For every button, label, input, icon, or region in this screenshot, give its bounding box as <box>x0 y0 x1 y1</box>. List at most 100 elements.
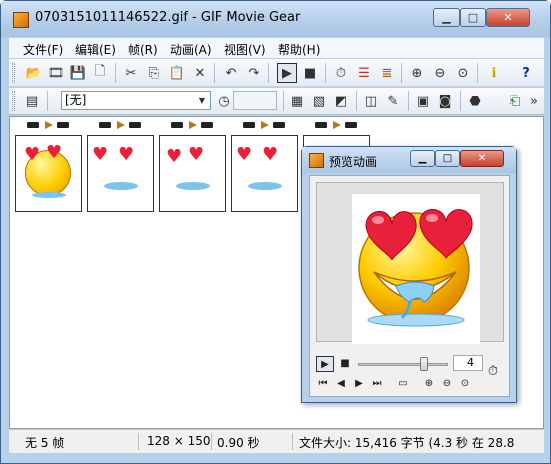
palette-icon[interactable]: ☰ <box>355 64 373 82</box>
new-icon[interactable]: 🗋 <box>91 64 109 82</box>
frame-arrow-icon <box>189 121 197 129</box>
film-perforation <box>315 122 327 128</box>
app-icon[interactable] <box>309 153 324 168</box>
preview-title-bar[interactable]: 预览动画 ▁ □ ✕ <box>302 147 516 173</box>
cut-icon[interactable]: ✂ <box>122 64 140 82</box>
rotate-icon[interactable]: ◩ <box>332 92 350 110</box>
optimize-icon[interactable]: ≣ <box>378 64 396 82</box>
status-bar: 无 5 帧 128 × 150 0.90 秒 文件大小: 15,416 字节 (… <box>9 429 544 453</box>
title-bar[interactable]: 0703151011146522.gif - GIF Movie Gear ▁ … <box>1 1 550 37</box>
minimize-button[interactable]: ▁ <box>433 8 460 27</box>
frame-2[interactable]: ♥ ♥ <box>87 135 154 212</box>
heart-icon: ♥ <box>262 144 279 165</box>
toolbar-separator <box>401 63 402 83</box>
maximize-button[interactable]: □ <box>460 8 486 27</box>
crop-icon[interactable]: ▧ <box>310 92 328 110</box>
open-icon[interactable]: 📂 <box>25 64 43 82</box>
toolbar-separator <box>477 63 478 83</box>
preview-play-button[interactable]: ▶ <box>316 356 334 372</box>
zoom-fit-icon[interactable]: ⊙ <box>456 376 474 392</box>
export-icon[interactable]: ⎗ <box>506 92 524 110</box>
zoom-in-icon[interactable]: ⊕ <box>408 64 426 82</box>
disposal-combo-value: [无] <box>65 93 87 107</box>
toolbar-separator <box>408 91 409 111</box>
filmstrip-icon[interactable]: 🎞 <box>47 64 65 82</box>
minimize-button[interactable]: ▁ <box>410 150 435 167</box>
menu-file[interactable]: 文件(F) <box>23 41 63 58</box>
next-frame-icon[interactable]: ▶ <box>350 376 368 392</box>
main-toolbar: 📂 🎞 💾 🗋 ✂ ⎘ 📋 ✕ ↶ ↷ ▶ ■ ⏱ ☰ ≣ ⊕ ⊖ ⊙ ℹ ? <box>9 59 544 87</box>
preview-body: ▶ ■ 4 ⏱ ⏮ ◀ ▶ ⏭ ▭ ⊕ ⊖ ⊙ <box>309 175 510 397</box>
delay-input[interactable] <box>233 91 277 110</box>
emoji-image <box>358 209 473 327</box>
disposal-icon[interactable]: ▦ <box>288 92 306 110</box>
frame-4[interactable]: ♥ ♥ <box>231 135 298 212</box>
drool-icon <box>104 182 138 190</box>
slider-track <box>358 363 448 366</box>
window-title: 0703151011146522.gif - GIF Movie Gear <box>35 10 301 25</box>
menu-frame[interactable]: 帧(R) <box>128 41 158 58</box>
play-button[interactable]: ▶ <box>277 63 297 83</box>
frame-toolbar: ▤ [无] ▼ ◷ ▦ ▧ ◩ ◫ ✎ ▣ ◙ ⬣ ⎗ » <box>9 88 544 115</box>
save-icon[interactable]: 💾 <box>69 64 87 82</box>
toolbar-grip[interactable] <box>12 63 15 83</box>
redo-icon[interactable]: ↷ <box>245 64 263 82</box>
app-icon[interactable] <box>13 12 29 28</box>
insert-icon[interactable]: ◫ <box>362 92 380 110</box>
heart-icon: ♥ <box>166 146 183 167</box>
zoom-out-icon[interactable]: ⊖ <box>438 376 456 392</box>
frame-3[interactable]: ♥ ♥ <box>159 135 226 212</box>
stop-icon[interactable]: ■ <box>336 356 354 372</box>
frame-slider[interactable] <box>358 357 448 371</box>
status-filesize: 文件大小: 15,416 字节 (4.3 秒 在 28.8 <box>299 436 515 450</box>
frame-1[interactable]: ♥ ♥ <box>15 135 82 212</box>
help-icon[interactable]: ? <box>517 64 535 82</box>
timer-icon[interactable]: ⏱ <box>332 64 350 82</box>
more-icon[interactable]: » <box>525 92 543 110</box>
frame-search-icon[interactable]: ◙ <box>436 92 454 110</box>
toolbar-grip[interactable] <box>12 91 15 111</box>
menu-bar: 文件(F) 编辑(E) 帧(R) 动画(A) 视图(V) 帮助(H) <box>9 38 544 58</box>
zoom-in-icon[interactable]: ⊕ <box>420 376 438 392</box>
close-button[interactable]: ✕ <box>486 8 530 27</box>
brush-icon[interactable]: ✎ <box>384 92 402 110</box>
last-frame-icon[interactable]: ⏭ <box>368 376 386 392</box>
chevron-down-icon[interactable]: ▼ <box>195 93 209 108</box>
toolbar-separator <box>460 91 461 111</box>
status-size: 128 × 150 <box>147 434 211 448</box>
heart-icon: ♥ <box>24 144 41 165</box>
menu-help[interactable]: 帮助(H) <box>278 41 320 58</box>
undo-icon[interactable]: ↶ <box>222 64 240 82</box>
menu-view[interactable]: 视图(V) <box>224 41 266 58</box>
first-frame-icon[interactable]: ⏮ <box>314 376 332 392</box>
frame-arrow-icon <box>117 121 125 129</box>
prev-frame-icon[interactable]: ◀ <box>332 376 350 392</box>
info-icon[interactable]: ℹ <box>485 64 503 82</box>
drool-icon <box>32 192 66 198</box>
menu-edit[interactable]: 编辑(E) <box>75 41 116 58</box>
properties-icon[interactable]: ▤ <box>23 92 41 110</box>
maximize-button[interactable]: □ <box>435 150 460 167</box>
menu-animation[interactable]: 动画(A) <box>170 41 212 58</box>
toolbar-separator <box>47 91 48 111</box>
status-delay: 0.90 秒 <box>217 436 260 450</box>
zoom-out-icon[interactable]: ⊖ <box>431 64 449 82</box>
monitor-icon[interactable]: ▭ <box>394 376 412 392</box>
paste-icon[interactable]: 📋 <box>168 64 186 82</box>
disposal-combo[interactable]: [无] ▼ <box>61 91 211 110</box>
zoom-fit-icon[interactable]: ⊙ <box>454 64 472 82</box>
stop-icon[interactable]: ■ <box>301 64 319 82</box>
close-button[interactable]: ✕ <box>460 150 504 167</box>
slider-thumb[interactable] <box>420 357 428 371</box>
speed-icon[interactable]: ⏱ <box>484 364 502 380</box>
toolbar-separator <box>115 63 116 83</box>
heart-icon: ♥ <box>236 144 253 165</box>
transparency-icon[interactable]: ⬣ <box>466 92 484 110</box>
frame-add-icon[interactable]: ▣ <box>414 92 432 110</box>
frame-arrow-icon <box>261 121 269 129</box>
film-perforation <box>345 122 357 128</box>
delay-icon: ◷ <box>218 93 230 109</box>
delete-icon[interactable]: ✕ <box>191 64 209 82</box>
copy-icon[interactable]: ⎘ <box>145 64 163 82</box>
frame-arrow-icon <box>45 121 53 129</box>
